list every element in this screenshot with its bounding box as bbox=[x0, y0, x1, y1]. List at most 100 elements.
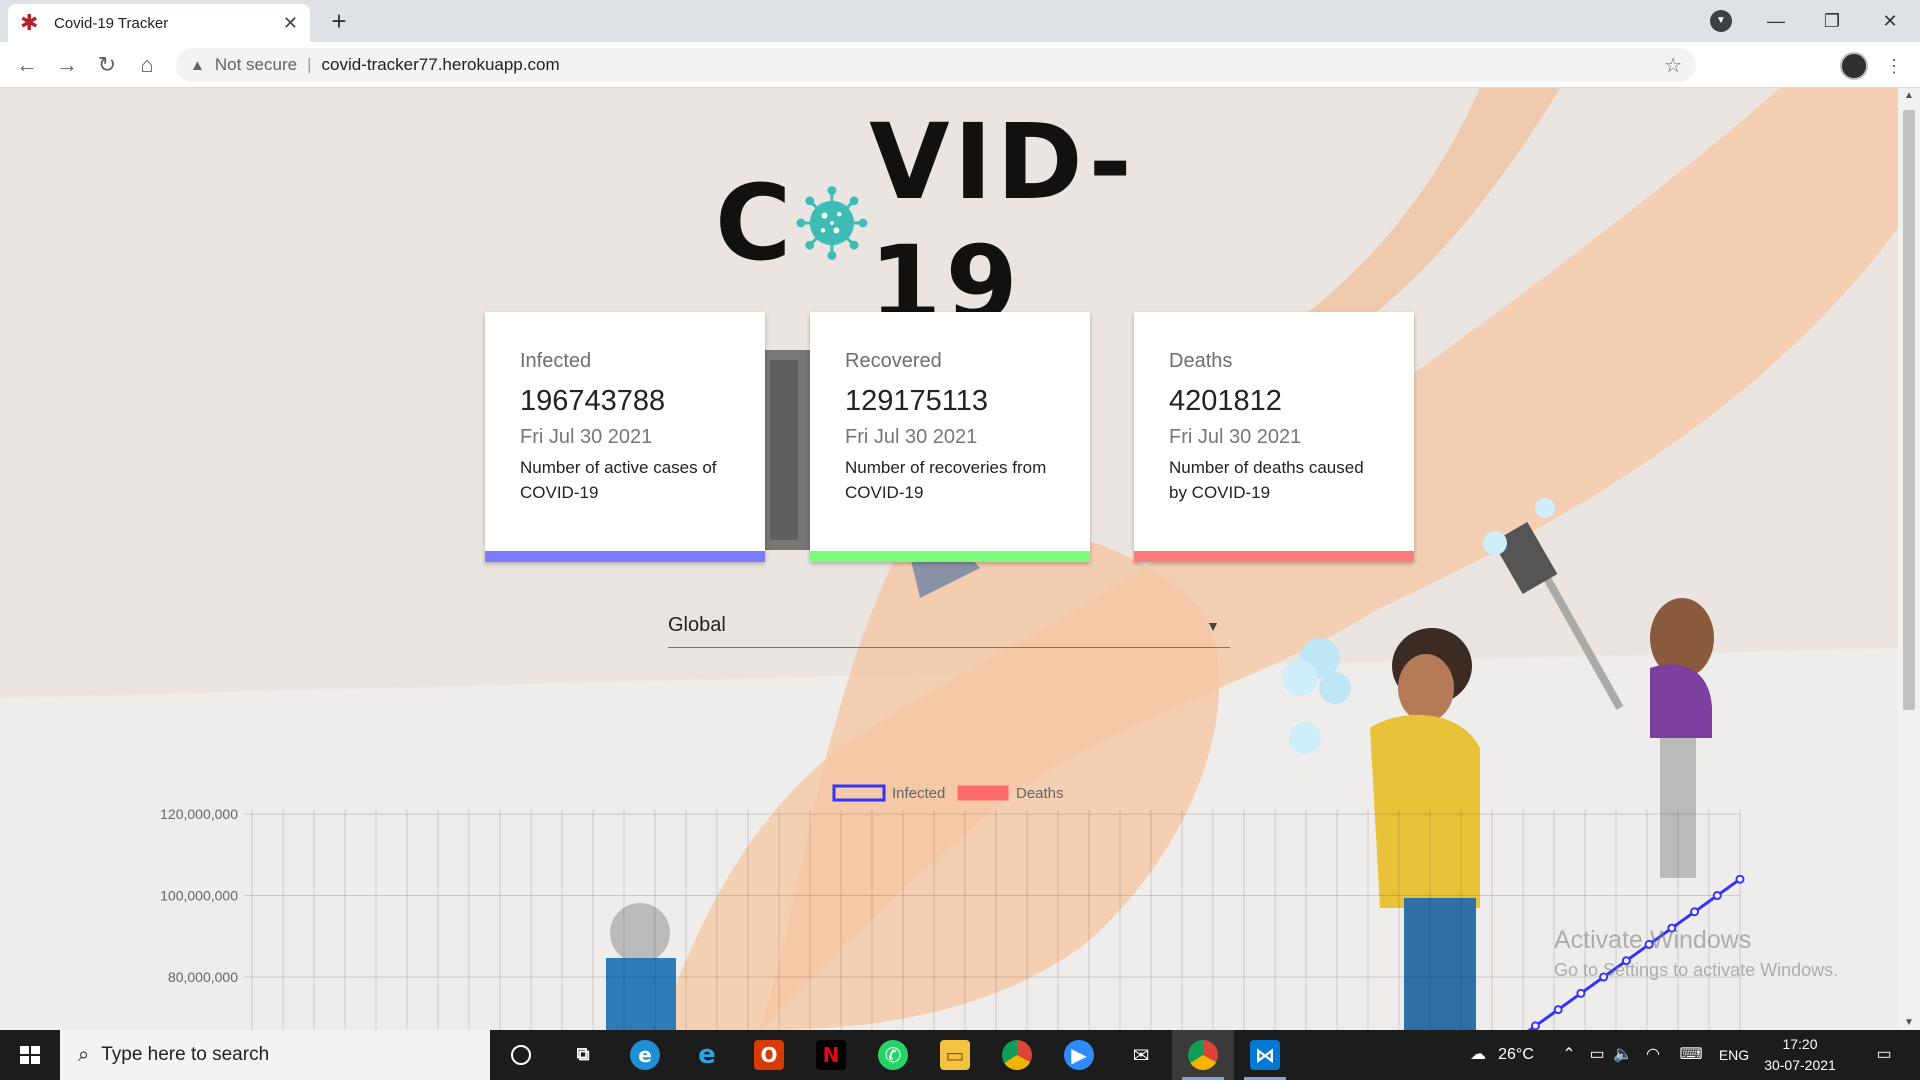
infected-card: Infected 196743788 Fri Jul 30 2021 Numbe… bbox=[485, 312, 765, 562]
legend-swatch-deaths bbox=[957, 785, 1009, 801]
country-select-value[interactable]: Global bbox=[668, 614, 726, 637]
home-icon[interactable]: ⌂ bbox=[132, 50, 162, 80]
security-label[interactable]: Not secure bbox=[215, 55, 297, 75]
card-color-stripe bbox=[485, 551, 765, 562]
address-bar[interactable]: ▲ Not secure | covid-tracker77.herokuapp… bbox=[176, 48, 1696, 82]
legend-label: Infected bbox=[892, 785, 945, 802]
chart-y-axis: 120,000,000 100,000,000 80,000,000 bbox=[160, 806, 238, 985]
volume-icon[interactable]: 🔈 bbox=[1610, 1030, 1636, 1080]
infected-point bbox=[1735, 874, 1745, 884]
mail-icon[interactable]: ✉ bbox=[1110, 1030, 1172, 1080]
minimize-icon[interactable]: — bbox=[1748, 4, 1804, 38]
battery-icon[interactable]: ▭ bbox=[1584, 1030, 1610, 1080]
edge-browser-icon[interactable]: e bbox=[614, 1030, 676, 1080]
taskbar-search-box[interactable]: ⌕ Type here to search bbox=[60, 1030, 490, 1080]
cortana-icon[interactable] bbox=[490, 1030, 552, 1080]
infected-point bbox=[1576, 988, 1586, 998]
vscode-icon[interactable]: ⋈ bbox=[1234, 1030, 1296, 1080]
keyboard-icon[interactable]: ⌨ bbox=[1676, 1030, 1706, 1080]
tray-chevron-icon[interactable]: ⌃ bbox=[1556, 1030, 1582, 1080]
scrollbar-thumb[interactable] bbox=[1903, 110, 1915, 710]
virus-logo-icon bbox=[796, 186, 868, 260]
back-arrow-icon[interactable]: ← bbox=[12, 50, 42, 80]
card-date: Fri Jul 30 2021 bbox=[1169, 426, 1302, 448]
windows-taskbar: ⌕ Type here to search ⧉ e e O N ✆ ▭ ▶ ✉ … bbox=[0, 1030, 1920, 1080]
page-viewport: C VID-19 Infected 196743788 Fri Jul 30 2… bbox=[0, 88, 1898, 1030]
language-indicator[interactable]: ENG bbox=[1712, 1030, 1756, 1080]
file-explorer-icon[interactable]: ▭ bbox=[924, 1030, 986, 1080]
card-label: Deaths bbox=[1169, 350, 1233, 372]
chart-grid bbox=[244, 810, 1741, 1030]
tab-search-icon[interactable]: ▼ bbox=[1710, 10, 1732, 32]
windows-start-icon[interactable] bbox=[0, 1030, 60, 1080]
close-tab-icon[interactable]: ✕ bbox=[283, 13, 298, 34]
page-scrollbar[interactable]: ▲ ▼ bbox=[1898, 88, 1920, 1030]
dropdown-arrow-icon[interactable]: ▼ bbox=[1206, 618, 1220, 634]
reload-icon[interactable]: ↻ bbox=[92, 50, 122, 80]
logo-text-c: C bbox=[715, 162, 796, 284]
profile-avatar[interactable] bbox=[1840, 52, 1868, 80]
virus-favicon-icon: ✱ bbox=[20, 10, 39, 35]
taskbar-clock[interactable]: 17:20 30-07-2021 bbox=[1760, 1034, 1840, 1076]
legend-swatch-infected bbox=[832, 784, 886, 802]
warning-icon[interactable]: ▲ bbox=[190, 57, 205, 74]
y-tick-label: 120,000,000 bbox=[160, 806, 238, 822]
clock-date: 30-07-2021 bbox=[1764, 1057, 1836, 1073]
infected-point bbox=[1712, 891, 1722, 901]
infected-point bbox=[1553, 1005, 1563, 1015]
card-description: Number of recoveries from COVID-19 bbox=[845, 458, 1047, 502]
card-label: Infected bbox=[520, 350, 592, 372]
more-menu-icon[interactable]: ⋮ bbox=[1882, 54, 1906, 78]
internet-explorer-icon[interactable]: e bbox=[676, 1030, 738, 1080]
infected-point bbox=[1530, 1021, 1540, 1030]
browser-tab-bar: ✱ Covid-19 Tracker ✕ + ▼ — ❐ ✕ bbox=[0, 0, 1920, 42]
weather-temperature[interactable]: 26°C bbox=[1494, 1030, 1538, 1080]
card-description: Number of active cases of COVID-19 bbox=[520, 458, 717, 502]
recovered-card: Recovered 129175113 Fri Jul 30 2021 Numb… bbox=[810, 312, 1090, 562]
close-window-icon[interactable]: ✕ bbox=[1862, 4, 1918, 38]
card-color-stripe bbox=[810, 551, 1090, 562]
scroll-down-arrow-icon[interactable]: ▼ bbox=[1898, 1017, 1920, 1028]
card-date: Fri Jul 30 2021 bbox=[520, 426, 653, 448]
task-view-icon[interactable]: ⧉ bbox=[552, 1030, 614, 1080]
browser-toolbar: ← → ↻ ⌂ ▲ Not secure | covid-tracker77.h… bbox=[0, 42, 1920, 124]
card-date: Fri Jul 30 2021 bbox=[845, 426, 978, 448]
wifi-icon[interactable]: ◠ bbox=[1640, 1030, 1666, 1080]
card-label: Recovered bbox=[845, 350, 942, 372]
deaths-card: Deaths 4201812 Fri Jul 30 2021 Number of… bbox=[1134, 312, 1414, 562]
covid19-logo: C VID-19 bbox=[715, 101, 1185, 345]
country-select[interactable]: Global ▼ bbox=[668, 604, 1230, 648]
tab-title: Covid-19 Tracker bbox=[54, 14, 169, 32]
scroll-up-arrow-icon[interactable]: ▲ bbox=[1898, 90, 1920, 101]
activate-windows-subtitle: Go to Settings to activate Windows. bbox=[1554, 960, 1839, 980]
browser-tab[interactable]: ✱ Covid-19 Tracker ✕ bbox=[8, 4, 310, 42]
legend-label: Deaths bbox=[1016, 785, 1064, 802]
logo-text-vid19: VID-19 bbox=[869, 101, 1136, 345]
office-icon[interactable]: O bbox=[738, 1030, 800, 1080]
url-text[interactable]: covid-tracker77.herokuapp.com bbox=[321, 55, 559, 75]
taskbar-search-placeholder[interactable]: Type here to search bbox=[101, 1044, 269, 1066]
whatsapp-icon[interactable]: ✆ bbox=[862, 1030, 924, 1080]
zoom-icon[interactable]: ▶ bbox=[1048, 1030, 1110, 1080]
chrome-icon[interactable] bbox=[986, 1030, 1048, 1080]
card-count: 196743788 bbox=[520, 385, 666, 417]
new-tab-button[interactable]: + bbox=[324, 6, 354, 36]
forward-arrow-icon[interactable]: → bbox=[52, 50, 82, 80]
netflix-icon[interactable]: N bbox=[800, 1030, 862, 1080]
y-tick-label: 80,000,000 bbox=[168, 969, 238, 985]
card-count: 4201812 bbox=[1169, 385, 1282, 417]
chart-legend: Infected Deaths bbox=[832, 784, 1064, 802]
clock-time: 17:20 bbox=[1782, 1036, 1818, 1052]
infected-point bbox=[1690, 907, 1700, 917]
card-description: Number of deaths caused by COVID-19 bbox=[1169, 458, 1364, 502]
notifications-icon[interactable]: ▭ bbox=[1864, 1030, 1904, 1080]
y-tick-label: 100,000,000 bbox=[160, 888, 238, 904]
activate-windows-title: Activate Windows bbox=[1554, 926, 1752, 954]
weather-cloud-icon[interactable]: ☁ bbox=[1462, 1030, 1494, 1080]
restore-icon[interactable]: ❐ bbox=[1804, 4, 1860, 38]
chrome-active-icon[interactable] bbox=[1172, 1030, 1234, 1080]
bookmark-star-icon[interactable]: ☆ bbox=[1664, 53, 1682, 78]
search-icon: ⌕ bbox=[78, 1043, 90, 1066]
card-color-stripe bbox=[1134, 551, 1414, 562]
address-divider: | bbox=[307, 55, 312, 74]
